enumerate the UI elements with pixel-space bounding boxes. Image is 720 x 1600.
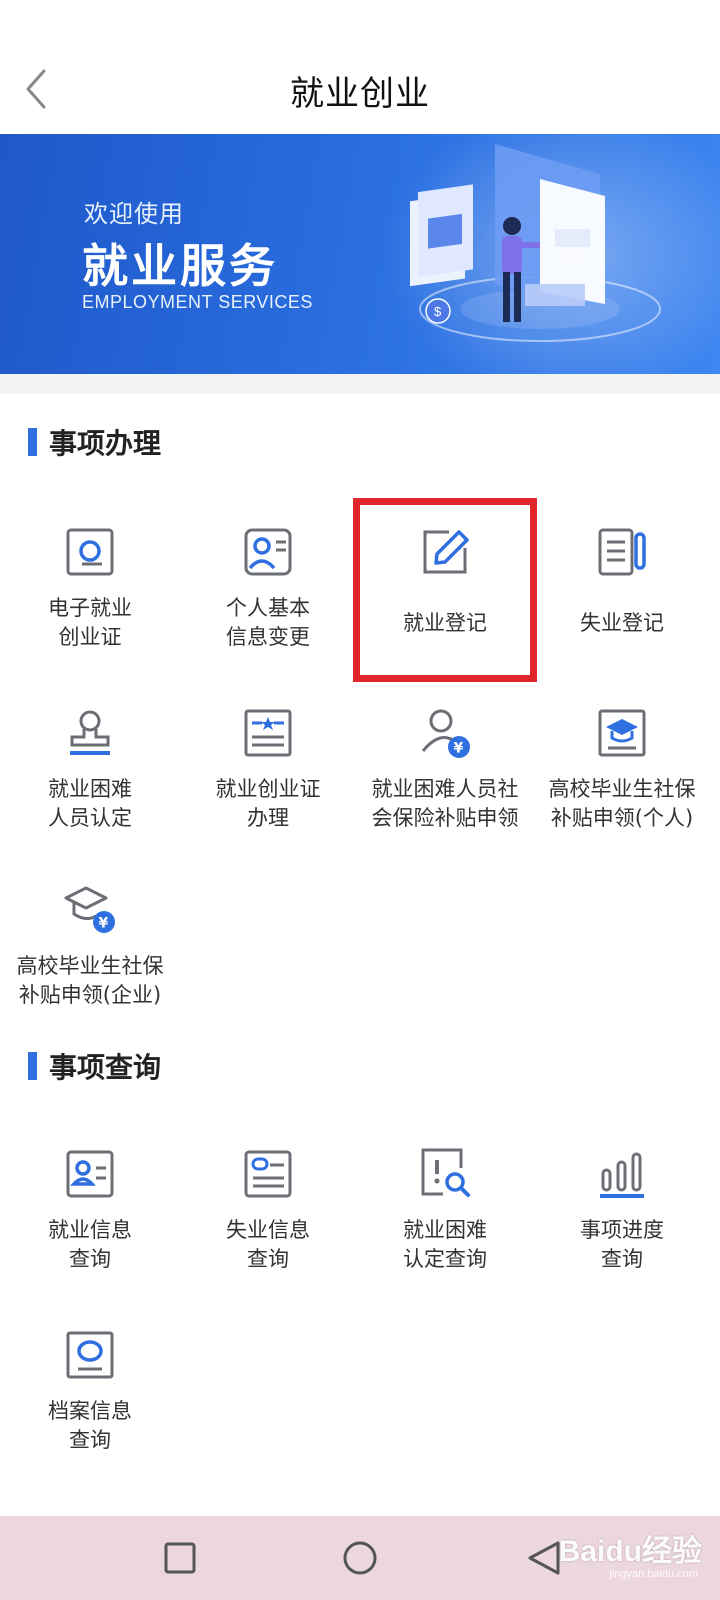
service-social-insurance-subsidy[interactable]: ¥ 就业困难人员社 会保险补贴申领 [357, 675, 533, 851]
banner-illustration: $ [410, 144, 661, 342]
query-label: 就业困难 认定查询 [403, 1218, 487, 1271]
svg-text:$: $ [434, 304, 442, 319]
stamp-icon [62, 705, 118, 761]
certificate-icon [240, 705, 296, 761]
banner-title: 就业服务 [82, 239, 278, 293]
graduation-cap-yuan-icon: ¥ [62, 882, 118, 938]
id-card-icon [240, 1146, 296, 1202]
service-graduate-subsidy-personal[interactable]: 高校毕业生社保 补贴申领(个人) [534, 675, 710, 851]
system-navigation-bar: Baidu经验 jingyan.baidu.com [0, 1516, 720, 1600]
section-accent-bar [28, 1052, 37, 1080]
service-label: 就业困难人员社 会保险补贴申领 [371, 777, 519, 830]
query-label: 档案信息 查询 [48, 1399, 132, 1452]
section-accent-bar [28, 428, 37, 456]
query-difficulty-certification[interactable]: 就业困难 认定查询 [357, 1116, 533, 1292]
service-unemployment-registration[interactable]: 失业登记 [534, 494, 710, 670]
section-title-query: 事项查询 [28, 1046, 161, 1086]
svg-text:¥: ¥ [454, 741, 464, 757]
query-employment-info[interactable]: 就业信息 查询 [2, 1116, 178, 1292]
service-label: 电子就业 创业证 [48, 596, 132, 649]
service-label: 就业困难 人员认定 [48, 777, 132, 830]
edit-pencil-icon [417, 524, 473, 580]
service-label: 高校毕业生社保 补贴申领(个人) [548, 777, 696, 830]
app-screen: 就业创业 欢迎使用 就业服务 EMPLOYMENT SERVICES $ 事项办… [0, 0, 720, 1600]
person-card-icon [240, 524, 296, 580]
service-label: 高校毕业生社保 补贴申领(企业) [16, 954, 164, 1007]
query-label: 就业信息 查询 [48, 1218, 132, 1271]
section-divider [0, 374, 720, 394]
baidu-watermark: Baidu经验 [558, 1535, 702, 1568]
query-label: 失业信息 查询 [226, 1218, 310, 1271]
service-difficulty-person-certification[interactable]: 就业困难 人员认定 [2, 675, 178, 851]
square-icon [164, 1542, 196, 1574]
service-label: 就业创业证 办理 [215, 777, 321, 830]
graduation-cap-card-icon [594, 705, 650, 761]
recent-apps-button[interactable] [154, 1532, 206, 1584]
section-title-text: 事项办理 [49, 427, 162, 460]
service-label: 失业登记 [580, 610, 664, 635]
employment-banner[interactable]: 欢迎使用 就业服务 EMPLOYMENT SERVICES $ [0, 134, 720, 374]
banner-welcome-text: 欢迎使用 [84, 200, 184, 228]
watermark-url: jingyan.baidu.com [609, 1568, 698, 1580]
archive-search-icon [62, 1327, 118, 1383]
service-label: 就业登记 [403, 610, 487, 635]
query-archive-info[interactable]: 档案信息 查询 [2, 1297, 178, 1473]
service-graduate-subsidy-enterprise[interactable]: ¥ 高校毕业生社保 补贴申领(企业) [2, 852, 178, 1028]
section-title-text: 事项查询 [49, 1051, 162, 1084]
query-label: 事项进度 查询 [580, 1218, 664, 1271]
query-unemployment-info[interactable]: 失业信息 查询 [180, 1116, 356, 1292]
svg-text:¥: ¥ [99, 916, 109, 932]
page-title: 就业创业 [290, 74, 430, 114]
bar-progress-icon [594, 1146, 650, 1202]
service-label: 个人基本 信息变更 [226, 596, 310, 649]
section-title-handle: 事项办理 [28, 422, 161, 462]
person-yuan-icon: ¥ [417, 705, 473, 761]
app-header: 就业创业 [0, 0, 720, 132]
service-employment-registration[interactable]: 就业登记 [357, 494, 533, 670]
alert-search-icon [417, 1146, 473, 1202]
home-button[interactable] [334, 1532, 386, 1584]
search-card-icon [62, 524, 118, 580]
service-electronic-employment-cert[interactable]: 电子就业 创业证 [2, 494, 178, 670]
service-employment-cert-processing[interactable]: 就业创业证 办理 [180, 675, 356, 851]
banner-subtitle: EMPLOYMENT SERVICES [82, 292, 313, 312]
profile-card-icon [62, 1146, 118, 1202]
document-pen-icon [594, 524, 650, 580]
triangle-back-icon [528, 1541, 560, 1575]
circle-icon [343, 1541, 377, 1575]
query-progress[interactable]: 事项进度 查询 [534, 1116, 710, 1292]
service-personal-info-change[interactable]: 个人基本 信息变更 [180, 494, 356, 670]
